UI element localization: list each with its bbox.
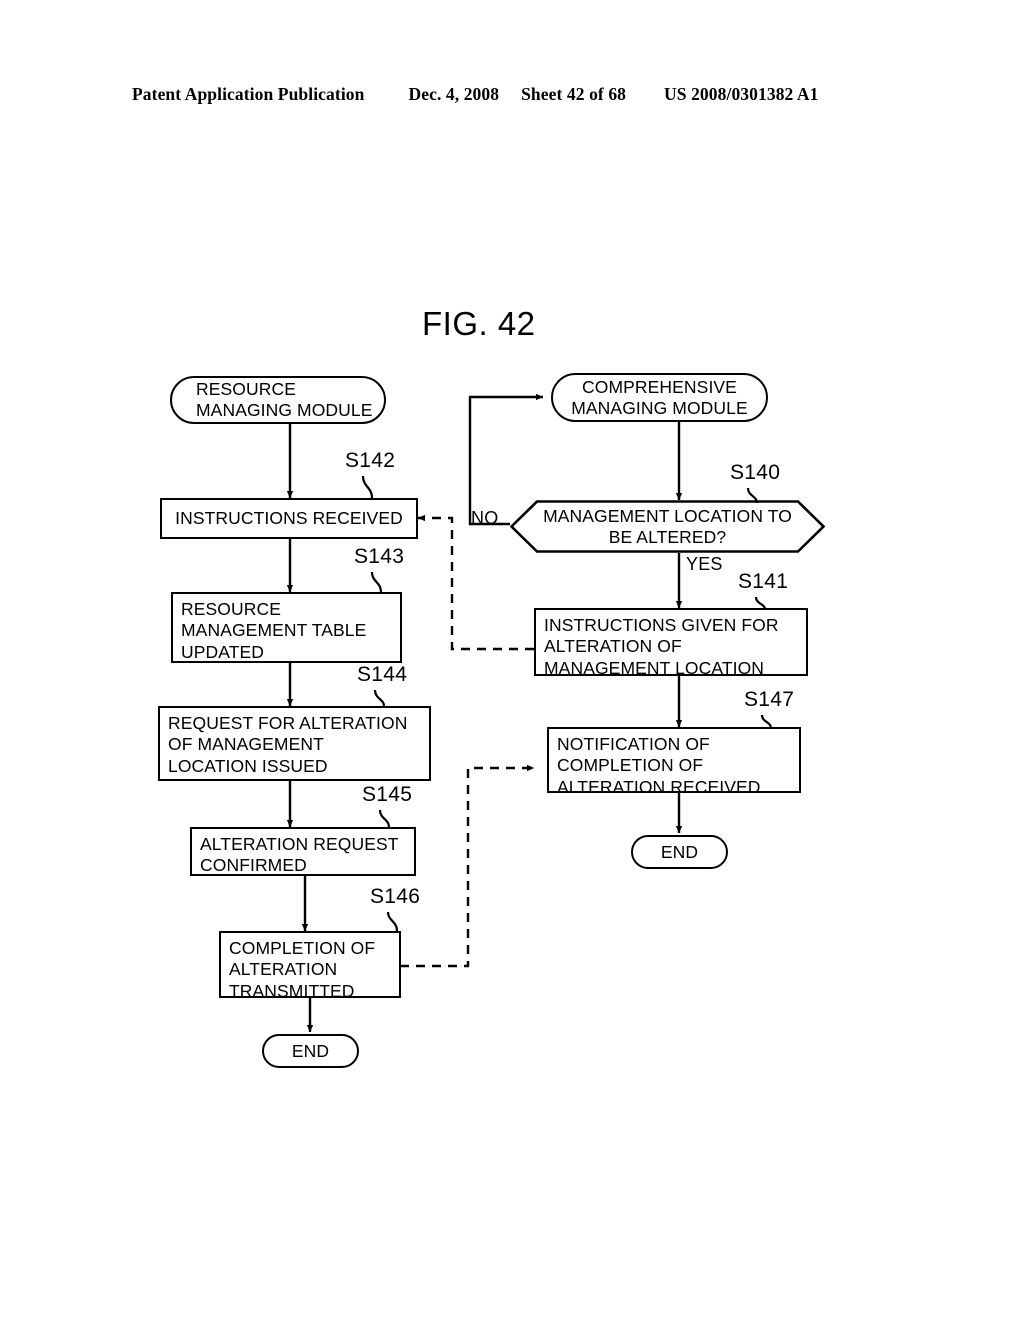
node-end-right[interactable]: END [631, 835, 728, 869]
edge-s146-to-s147-dashed [400, 764, 535, 968]
leader-s143 [370, 571, 383, 593]
step-id-s144: S144 [357, 663, 408, 686]
node-label-line: BE ALTERED? [608, 526, 727, 547]
patent-header: Patent Application Publication Dec. 4, 2… [132, 84, 892, 112]
step-id-s140: S140 [730, 461, 781, 484]
node-label-line: RESOURCE [196, 379, 296, 399]
node-label-line: ALTERATION OF [544, 636, 682, 657]
step-id-s143: S143 [354, 545, 405, 568]
node-label-line: TRANSMITTED [229, 980, 355, 1001]
node-label-line: LOCATION ISSUED [168, 755, 328, 776]
header-publication: Patent Application Publication [132, 84, 365, 104]
flowchart-connectors [286, 393, 683, 1033]
node-resource-managing-module[interactable]: RESOURCE MANAGING MODULE [170, 376, 386, 424]
step-id-s145: S145 [362, 783, 413, 806]
node-label-line: RESOURCE [181, 599, 281, 619]
leader-s145 [378, 809, 391, 828]
step-id-s147: S147 [744, 688, 795, 711]
node-label-line: ALTERATION [229, 959, 338, 980]
step-id-s146: S146 [370, 885, 421, 908]
node-s142-instructions-received[interactable]: INSTRUCTIONS RECEIVED [160, 498, 418, 539]
header-date: Dec. 4, 2008 [408, 84, 500, 104]
node-label-line: REQUEST FOR ALTERATION [168, 713, 408, 733]
node-label-line: MANAGING MODULE [571, 397, 748, 418]
node-label-line: COMPLETION OF [229, 938, 376, 958]
node-s141-instructions-given[interactable]: INSTRUCTIONS GIVEN FOR ALTERATION OF MAN… [534, 608, 808, 678]
node-label-line: NOTIFICATION OF [557, 734, 710, 754]
node-label-line: UPDATED [181, 641, 265, 662]
leader-s146 [386, 911, 399, 932]
node-s147-notification-received[interactable]: NOTIFICATION OF COMPLETION OF ALTERATION… [547, 727, 801, 797]
node-label-line: MANAGEMENT LOCATION [544, 657, 765, 678]
leader-s144 [373, 689, 386, 707]
node-label-line: COMPREHENSIVE [582, 376, 737, 397]
header-patent-number: US 2008/0301382 A1 [664, 84, 819, 104]
node-label-line: ALTERATION REQUEST [200, 834, 399, 854]
node-s140-label: MANAGEMENT LOCATION TO BE ALTERED? [510, 500, 825, 553]
patent-page: Patent Application Publication Dec. 4, 2… [0, 0, 1024, 1320]
header-sheet: Sheet 42 of 68 [521, 84, 627, 104]
branch-label-no: NO [471, 508, 499, 528]
branch-label-yes: YES [686, 554, 723, 574]
node-s146-completion-transmitted[interactable]: COMPLETION OF ALTERATION TRANSMITTED [219, 931, 401, 1001]
node-s145-alteration-request-confirmed[interactable]: ALTERATION REQUEST CONFIRMED [190, 827, 416, 876]
node-label-line: INSTRUCTIONS RECEIVED [175, 507, 403, 528]
node-label-line: MANAGEMENT TABLE [181, 620, 367, 641]
node-s140-decision[interactable]: MANAGEMENT LOCATION TO BE ALTERED? [510, 500, 825, 553]
node-label-line: END [291, 1040, 330, 1061]
node-label-line: COMPLETION OF [557, 755, 704, 776]
node-s144-request-for-alteration[interactable]: REQUEST FOR ALTERATION OF MANAGEMENT LOC… [158, 706, 431, 781]
figure-title: FIG. 42 [422, 305, 536, 342]
node-end-left[interactable]: END [262, 1034, 359, 1068]
node-label-line: ALTERATION RECEIVED [557, 776, 761, 797]
step-id-s141: S141 [738, 570, 789, 593]
node-label-line: OF MANAGEMENT [168, 734, 324, 755]
step-id-s142: S142 [345, 449, 396, 472]
node-label-line: INSTRUCTIONS GIVEN FOR [544, 615, 779, 635]
node-label-line: END [660, 841, 699, 862]
node-label-line: MANAGING MODULE [196, 400, 373, 420]
node-s143-resource-table-updated[interactable]: RESOURCE MANAGEMENT TABLE UPDATED [171, 592, 402, 663]
node-comprehensive-managing-module[interactable]: COMPREHENSIVE MANAGING MODULE [551, 373, 768, 422]
node-label-line: CONFIRMED [200, 855, 307, 876]
node-label-line: MANAGEMENT LOCATION TO [543, 505, 792, 526]
step-id-leaders [361, 475, 773, 932]
leader-s142 [361, 475, 374, 499]
